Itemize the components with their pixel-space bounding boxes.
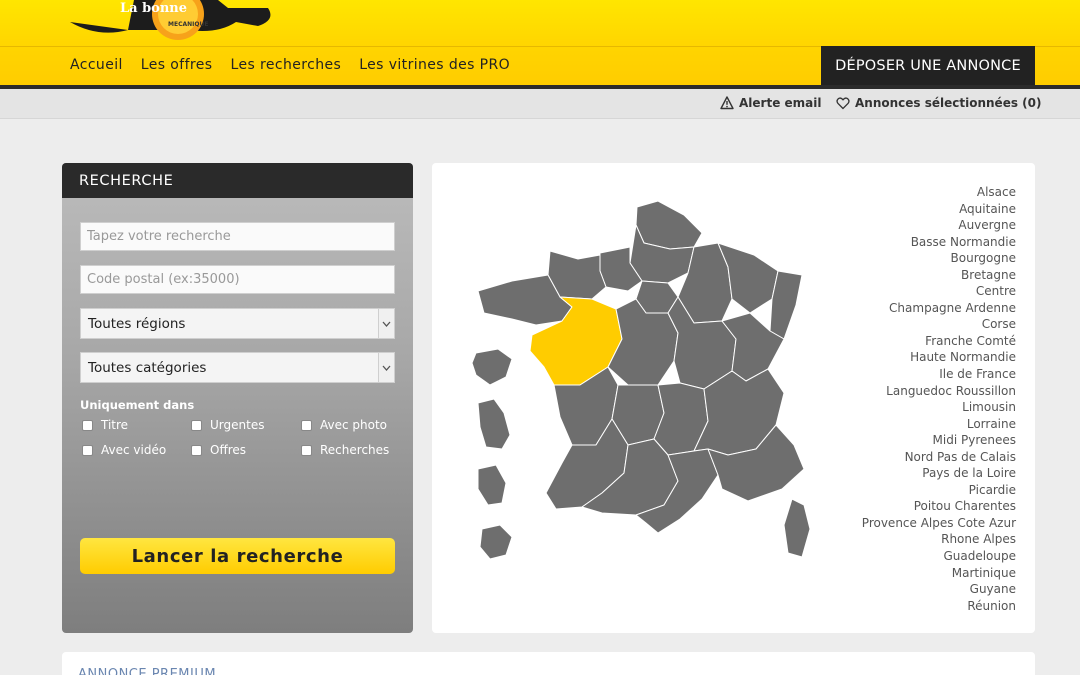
- region-list: Alsace Aquitaine Auvergne Basse Normandi…: [862, 184, 1016, 614]
- sub-toolbar: Alerte email Annonces sélectionnées (0): [0, 89, 1080, 119]
- region-link[interactable]: Aquitaine: [862, 201, 1016, 218]
- chevron-down-icon: [378, 353, 394, 382]
- region-link[interactable]: Corse: [862, 316, 1016, 333]
- region-link[interactable]: Basse Normandie: [862, 234, 1016, 251]
- heart-icon: [836, 97, 850, 110]
- checkbox-urgentes[interactable]: Urgentes: [191, 418, 264, 432]
- region-link[interactable]: Bretagne: [862, 267, 1016, 284]
- checkbox-label: Avec vidéo: [101, 443, 167, 457]
- checkbox-avec-photo[interactable]: Avec photo: [301, 418, 387, 432]
- region-link[interactable]: Languedoc Roussillon: [862, 383, 1016, 400]
- category-select-value: Toutes catégories: [88, 359, 207, 376]
- category-select[interactable]: Toutes catégories: [80, 352, 395, 383]
- logo-text: La bonne: [120, 1, 187, 16]
- region-link[interactable]: Ile de France: [862, 366, 1016, 383]
- nav-accueil[interactable]: Accueil: [70, 57, 123, 73]
- selected-ads-link[interactable]: Annonces sélectionnées (0): [836, 96, 1041, 110]
- checkbox-box[interactable]: [82, 419, 93, 431]
- map-region-guadeloupe[interactable]: [471, 348, 513, 386]
- chevron-down-icon: [378, 309, 394, 338]
- main-nav: Accueil Les offres Les recherches Les vi…: [70, 57, 510, 73]
- checkbox-avec-video[interactable]: Avec vidéo: [82, 443, 166, 457]
- region-link[interactable]: Alsace: [862, 184, 1016, 201]
- checkbox-label: Recherches: [320, 443, 390, 457]
- map-region-guyane[interactable]: [477, 464, 507, 506]
- checkbox-box[interactable]: [301, 444, 312, 456]
- region-link[interactable]: Lorraine: [862, 416, 1016, 433]
- region-link[interactable]: Réunion: [862, 598, 1016, 615]
- nav-vitrines[interactable]: Les vitrines des PRO: [359, 57, 510, 73]
- checkbox-titre[interactable]: Titre: [82, 418, 128, 432]
- region-link[interactable]: Bourgogne: [862, 250, 1016, 267]
- search-input[interactable]: [80, 222, 395, 251]
- checkbox-label: Titre: [101, 418, 129, 432]
- warning-icon: [720, 96, 734, 110]
- email-alert-link[interactable]: Alerte email: [720, 96, 821, 110]
- region-link[interactable]: Guadeloupe: [862, 548, 1016, 565]
- region-link[interactable]: Guyane: [862, 581, 1016, 598]
- region-link[interactable]: Provence Alpes Cote Azur: [862, 515, 1016, 532]
- checkbox-label: Offres: [210, 443, 247, 457]
- region-link[interactable]: Franche Comté: [862, 333, 1016, 350]
- checkbox-box[interactable]: [301, 419, 312, 431]
- site-logo[interactable]: La bonne MECANIQUE: [68, 0, 278, 44]
- region-link[interactable]: Midi Pyrenees: [862, 432, 1016, 449]
- launch-search-button[interactable]: Lancer la recherche: [80, 538, 395, 574]
- map-region-corse[interactable]: [783, 498, 811, 558]
- map-region-martinique[interactable]: [477, 398, 511, 450]
- checkbox-label: Avec photo: [320, 418, 388, 432]
- deposit-ad-button[interactable]: DÉPOSER UNE ANNONCE: [821, 46, 1035, 86]
- checkbox-box[interactable]: [82, 444, 93, 456]
- premium-title: ANNONCE PREMIUM: [78, 667, 217, 675]
- region-map-card: Alsace Aquitaine Auvergne Basse Normandi…: [432, 163, 1035, 633]
- region-link[interactable]: Limousin: [862, 399, 1016, 416]
- map-region-reunion[interactable]: [479, 524, 513, 560]
- email-alert-label: Alerte email: [739, 96, 822, 110]
- region-link[interactable]: Haute Normandie: [862, 349, 1016, 366]
- map-region-nord[interactable]: [635, 200, 703, 250]
- region-link[interactable]: Champagne Ardenne: [862, 300, 1016, 317]
- checkbox-label: Urgentes: [210, 418, 265, 432]
- region-link[interactable]: Rhone Alpes: [862, 531, 1016, 548]
- selected-ads-label: Annonces sélectionnées (0): [855, 96, 1042, 110]
- region-link[interactable]: Pays de la Loire: [862, 465, 1016, 482]
- postal-code-input[interactable]: [80, 265, 395, 294]
- checkbox-recherches[interactable]: Recherches: [301, 443, 389, 457]
- region-link[interactable]: Centre: [862, 283, 1016, 300]
- nav-offres[interactable]: Les offres: [141, 57, 213, 73]
- region-link[interactable]: Picardie: [862, 482, 1016, 499]
- checkbox-box[interactable]: [191, 444, 202, 456]
- checkbox-offres[interactable]: Offres: [191, 443, 246, 457]
- search-panel-title: RECHERCHE: [62, 163, 413, 198]
- only-in-label: Uniquement dans: [80, 398, 195, 412]
- search-panel: RECHERCHE Toutes régions Toutes catégori…: [62, 163, 413, 633]
- nav-recherches[interactable]: Les recherches: [231, 57, 342, 73]
- region-select-value: Toutes régions: [88, 315, 186, 332]
- site-header: La bonne MECANIQUE Accueil Les offres Le…: [0, 0, 1080, 89]
- logo-subtext: MECANIQUE: [168, 21, 208, 28]
- region-select[interactable]: Toutes régions: [80, 308, 395, 339]
- region-link[interactable]: Martinique: [862, 565, 1016, 582]
- region-link[interactable]: Poitou Charentes: [862, 498, 1016, 515]
- region-link[interactable]: Nord Pas de Calais: [862, 449, 1016, 466]
- premium-section: ANNONCE PREMIUM: [62, 652, 1035, 675]
- region-link[interactable]: Auvergne: [862, 217, 1016, 234]
- checkbox-box[interactable]: [191, 419, 202, 431]
